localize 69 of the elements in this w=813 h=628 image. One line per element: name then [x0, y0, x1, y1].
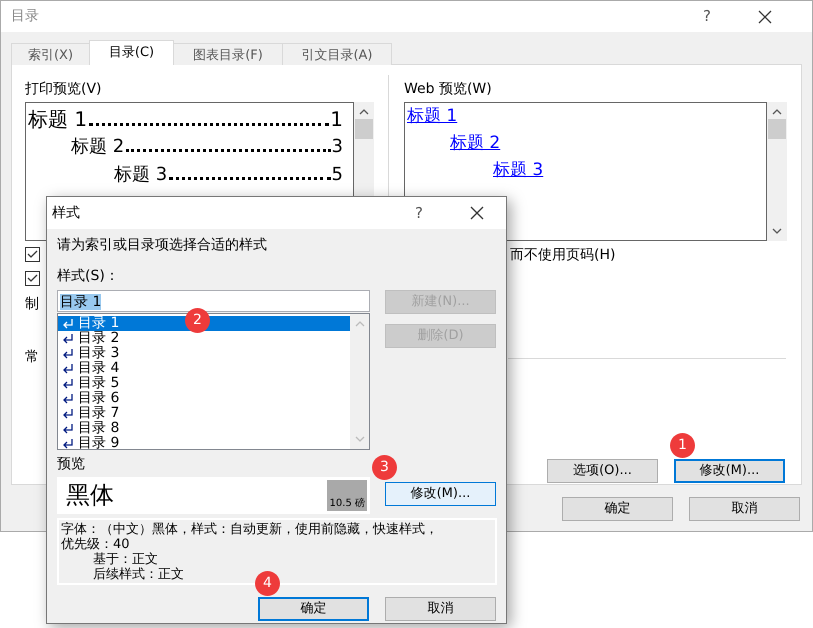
step-badge: 1: [670, 433, 695, 458]
scrollbar[interactable]: [350, 314, 369, 449]
window-title: 目录: [11, 7, 39, 26]
list-item[interactable]: 目录 5: [58, 376, 350, 391]
return-arrow-icon: [62, 438, 74, 448]
scrollbar-thumb[interactable]: [768, 119, 786, 139]
dialog-title: 样式: [52, 204, 80, 222]
tab[interactable]: 引文目录(A): [282, 43, 392, 65]
chevron-down-icon: [354, 436, 364, 442]
toc-entry-text: 标题 2: [71, 135, 124, 159]
checkbox[interactable]: [25, 271, 40, 286]
page-number: 5: [332, 163, 343, 187]
help-button[interactable]: ?: [390, 202, 448, 224]
return-arrow-icon: [62, 408, 74, 418]
chevron-down-icon: [772, 228, 782, 234]
preview-label: 打印预览(V): [25, 80, 103, 99]
return-arrow-icon: [62, 348, 74, 358]
return-arrow-icon: [62, 334, 74, 344]
option-label: 而不使用页码(H): [510, 246, 616, 265]
scrollbar-thumb[interactable]: [355, 119, 373, 139]
tab[interactable]: 索引(X): [11, 43, 90, 65]
label-text: 常: [25, 348, 39, 367]
checkbox[interactable]: [25, 247, 40, 262]
chevron-up-icon: [354, 321, 364, 327]
button[interactable]: 修改(M)...: [674, 459, 785, 483]
style-name-field[interactable]: 目录 1: [57, 290, 370, 312]
list-item[interactable]: 目录 6: [58, 391, 350, 406]
tab[interactable]: 目录(C): [89, 40, 174, 65]
button[interactable]: 取消: [385, 597, 496, 621]
return-arrow-icon: [62, 424, 74, 434]
button[interactable]: 确定: [258, 597, 369, 621]
step-badge: 3: [372, 455, 397, 480]
return-arrow-icon: [62, 378, 74, 388]
label-text: 制: [25, 295, 39, 314]
check-icon: [27, 274, 38, 283]
instruction-text: 请为索引或目录项选择合适的样式: [57, 236, 267, 255]
list-item[interactable]: 目录 3: [58, 346, 350, 361]
check-icon: [27, 250, 38, 259]
list-item[interactable]: 目录 4: [58, 361, 350, 376]
list-item[interactable]: 目录 7: [58, 406, 350, 421]
tab[interactable]: 图表目录(F): [173, 43, 283, 65]
button[interactable]: 修改(M)...: [385, 482, 496, 506]
heading-link[interactable]: 标题 2: [450, 133, 500, 153]
scrollbar[interactable]: [767, 102, 787, 241]
list-item[interactable]: 目录 8: [58, 421, 350, 436]
button[interactable]: 取消: [689, 497, 800, 521]
return-arrow-icon: [62, 394, 74, 404]
chevron-up-icon: [772, 109, 782, 115]
button[interactable]: 选项(O)...: [547, 459, 658, 483]
field-label: 样式(S)：: [57, 267, 119, 286]
return-arrow-icon: [62, 364, 74, 374]
heading-link[interactable]: 标题 3: [493, 160, 544, 180]
list-item[interactable]: 目录 2: [58, 331, 350, 346]
page-number: 3: [332, 135, 343, 159]
chevron-up-icon: [359, 109, 369, 115]
close-icon[interactable]: [470, 206, 484, 220]
page-number: 1: [330, 106, 343, 133]
heading-link[interactable]: 标题 1: [407, 106, 458, 126]
preview-label: Web 预览(W): [404, 80, 493, 99]
preview-text: 黑体: [66, 481, 114, 509]
preview-label: 预览: [57, 455, 85, 474]
list-item[interactable]: 目录 9: [58, 436, 350, 451]
toc-entry-text: 标题 3: [114, 163, 168, 187]
return-arrow-icon: [62, 318, 74, 328]
font-size-label: 10.5 磅: [330, 496, 365, 511]
toc-entry-text: 标题 1: [28, 106, 88, 133]
help-button[interactable]: ?: [678, 5, 736, 28]
close-icon[interactable]: [758, 10, 772, 24]
button[interactable]: 确定: [562, 497, 673, 521]
